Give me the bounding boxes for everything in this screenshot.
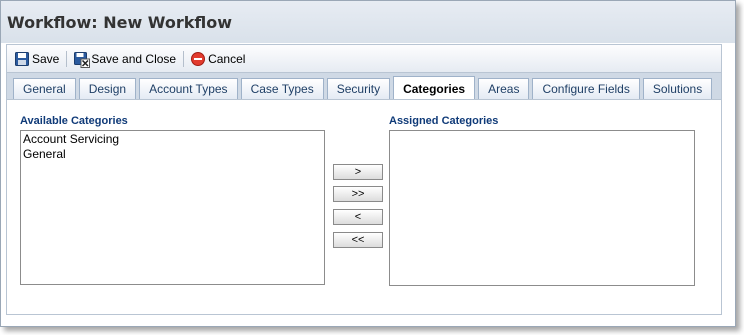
- tab-strip: General Design Account Types Case Types …: [6, 72, 722, 100]
- add-all-button[interactable]: >>: [333, 186, 383, 202]
- save-and-close-icon: [74, 51, 91, 68]
- add-button[interactable]: >: [333, 164, 383, 180]
- assigned-categories-list[interactable]: [389, 130, 695, 286]
- available-categories-list[interactable]: Account Servicing General: [20, 130, 325, 285]
- save-and-close-label: Save and Close: [91, 51, 177, 66]
- tab-security[interactable]: Security: [326, 78, 391, 99]
- cancel-icon: [191, 51, 206, 66]
- categories-panel: Available Categories Account Servicing G…: [6, 99, 722, 315]
- tab-solutions[interactable]: Solutions: [642, 78, 713, 99]
- tab-case-types[interactable]: Case Types: [240, 78, 324, 99]
- remove-all-button[interactable]: <<: [333, 232, 383, 248]
- assigned-categories-label: Assigned Categories: [389, 115, 499, 127]
- save-and-close-button[interactable]: Save and Close: [72, 48, 178, 70]
- cancel-label: Cancel: [208, 51, 246, 66]
- tab-categories[interactable]: Categories: [393, 76, 476, 100]
- toolbar-separator: [183, 50, 185, 67]
- save-label: Save: [32, 51, 60, 66]
- available-categories-label: Available Categories: [20, 115, 128, 127]
- floppy-disk-icon: [15, 51, 29, 66]
- title-bar: Workflow: New Workflow: [1, 1, 735, 43]
- tab-areas[interactable]: Areas: [478, 78, 530, 99]
- workflow-window: Workflow: New Workflow Save Save and Clo…: [0, 0, 736, 327]
- tab-design[interactable]: Design: [78, 78, 137, 99]
- list-item[interactable]: General: [23, 147, 322, 162]
- save-button[interactable]: Save: [13, 48, 61, 70]
- tab-configure-fields[interactable]: Configure Fields: [532, 78, 640, 99]
- toolbar-separator: [66, 50, 68, 67]
- remove-button[interactable]: <: [333, 209, 383, 225]
- list-item[interactable]: Account Servicing: [23, 132, 322, 147]
- tab-general[interactable]: General: [13, 78, 76, 99]
- tab-account-types[interactable]: Account Types: [139, 78, 238, 99]
- window-title: Workflow: New Workflow: [7, 12, 233, 32]
- cancel-button[interactable]: Cancel: [189, 48, 247, 70]
- toolbar: Save Save and Close Cancel: [6, 44, 722, 72]
